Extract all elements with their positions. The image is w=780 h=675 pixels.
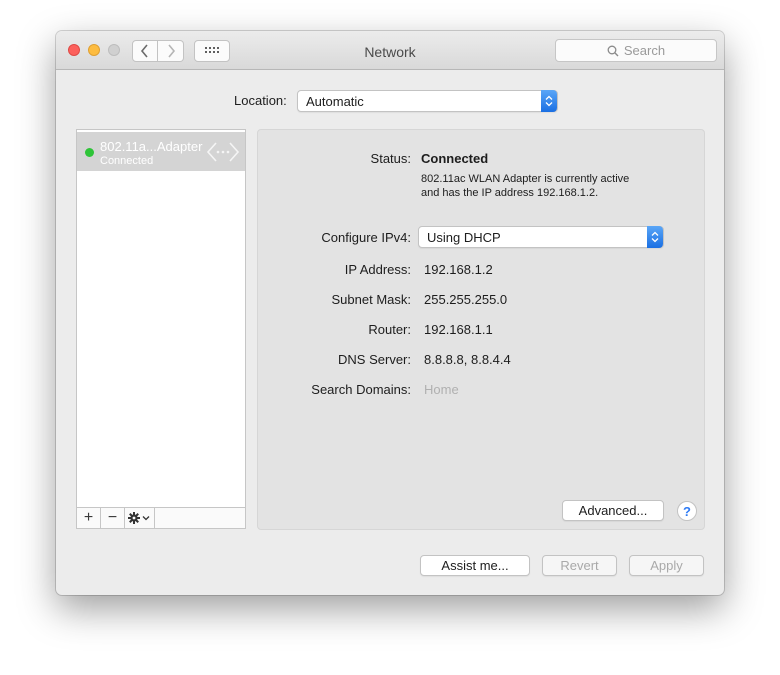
network-preferences-window: Network Search Location: Automatic 802.1… [56,31,724,595]
configure-ipv4-value: Using DHCP [427,229,501,245]
search-domains-value[interactable]: Home [424,382,459,397]
revert-button[interactable]: Revert [542,555,617,576]
remove-service-button[interactable]: − [101,508,125,528]
router-label: Router: [368,322,411,337]
configure-ipv4-label: Configure IPv4: [321,230,411,245]
search-domains-label: Search Domains: [311,382,411,397]
service-detail-panel: Status: Connected 802.11ac WLAN Adapter … [257,129,705,530]
location-value: Automatic [306,93,364,109]
configure-ipv4-popup[interactable]: Using DHCP [418,226,664,248]
router-value: 192.168.1.1 [424,322,493,337]
subnet-mask-label: Subnet Mask: [331,292,412,307]
gear-icon [127,512,149,524]
status-dot-icon [85,148,94,157]
services-toolbar: + − [77,507,245,528]
location-label: Location: [234,93,287,108]
status-label: Status: [370,151,411,166]
updown-arrows-icon [647,226,663,248]
status-value: Connected [421,151,489,166]
apply-button[interactable]: Apply [629,555,704,576]
search-icon [607,45,619,56]
location-popup[interactable]: Automatic [297,90,558,112]
help-button[interactable]: ? [677,501,697,521]
assist-me-button[interactable]: Assist me... [420,555,530,576]
ip-address-value: 192.168.1.2 [424,262,493,277]
status-description-line1: 802.11ac WLAN Adapter is currently activ… [421,173,630,185]
title-bar: Network Search [56,31,724,70]
service-name: 802.11a...Adapter [100,139,203,154]
updown-arrows-icon [541,90,557,112]
subnet-mask-value: 255.255.255.0 [424,292,508,307]
search-placeholder: Search [623,43,666,58]
service-state: Connected [100,155,154,167]
add-service-button[interactable]: + [77,508,101,528]
action-menu-button[interactable] [125,508,155,528]
ip-address-label: IP Address: [344,262,411,277]
dns-server-label: DNS Server: [338,352,411,367]
dns-server-value: 8.8.8.8, 8.8.4.4 [424,352,511,367]
status-description-line2: and has the IP address 192.168.1.2. [421,187,599,199]
search-field[interactable]: Search [555,39,717,62]
advanced-button[interactable]: Advanced... [562,500,664,521]
